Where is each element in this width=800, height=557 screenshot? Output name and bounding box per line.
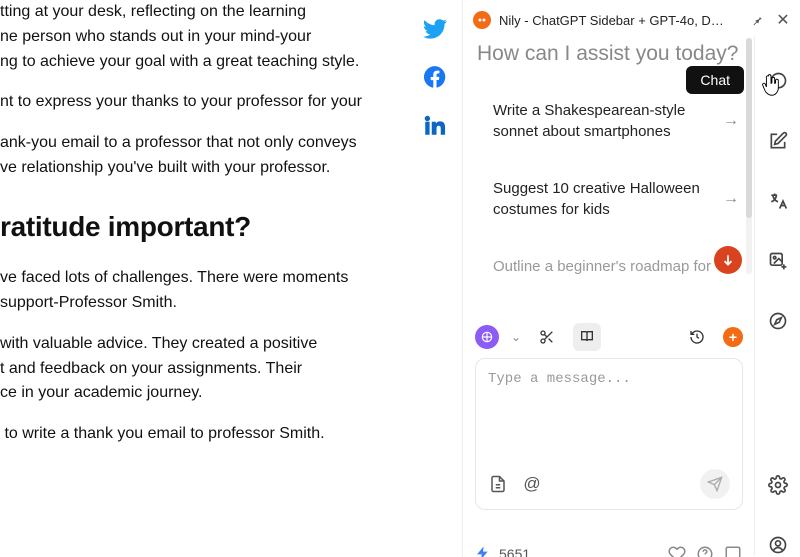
- new-chat-button[interactable]: +: [723, 327, 743, 347]
- message-input[interactable]: [488, 371, 730, 467]
- compass-icon[interactable]: [767, 310, 789, 332]
- suggestion-text: Outline a beginner's roadmap for: [493, 256, 711, 277]
- book-icon[interactable]: [573, 323, 601, 351]
- edit-icon[interactable]: [767, 130, 789, 152]
- suggestions-list: Write a Shakespearean-style sonnet about…: [463, 82, 755, 287]
- token-count: 5651: [499, 546, 530, 557]
- article-text: to write a thank you email to professor …: [0, 425, 325, 442]
- bolt-icon: [475, 545, 491, 557]
- linkedin-icon[interactable]: [420, 110, 450, 140]
- suggestion-text: Write a Shakespearean-style sonnet about…: [493, 100, 715, 142]
- article-text: tting at your desk, reflecting on the le…: [0, 3, 306, 20]
- heart-icon[interactable]: [667, 544, 687, 557]
- vertical-toolbar: [754, 36, 800, 556]
- hand-cursor-icon: [760, 74, 782, 105]
- suggestion-item[interactable]: Suggest 10 creative Halloween costumes f…: [493, 160, 745, 238]
- nily-logo-icon: [473, 11, 491, 29]
- article-text: ce in your academic journey.: [0, 384, 202, 401]
- arrow-right-icon: →: [715, 110, 739, 132]
- document-icon[interactable]: [488, 474, 508, 494]
- article-body: tting at your desk, reflecting on the le…: [0, 0, 400, 557]
- social-share-column: [420, 14, 450, 140]
- suggestion-text: Suggest 10 creative Halloween costumes f…: [493, 178, 715, 220]
- article-text: nt to express your thanks to your profes…: [0, 93, 362, 110]
- close-icon[interactable]: ✕: [774, 11, 792, 29]
- scissors-icon[interactable]: [533, 323, 561, 351]
- panel-title: Nily - ChatGPT Sidebar + GPT-4o, D…: [499, 13, 740, 28]
- panel-header: Nily - ChatGPT Sidebar + GPT-4o, D… ✕: [463, 0, 800, 36]
- facebook-icon[interactable]: [420, 62, 450, 92]
- composer-toolbar: ⌄ +: [475, 322, 743, 352]
- help-icon[interactable]: [695, 544, 715, 557]
- chevron-down-icon[interactable]: ⌄: [511, 330, 521, 344]
- comment-icon[interactable]: [723, 544, 743, 557]
- article-text: ne person who stands out in your mind-yo…: [0, 28, 311, 45]
- mention-icon[interactable]: @: [522, 474, 542, 494]
- article-text: ank-you email to a professor that not on…: [0, 134, 357, 151]
- article-heading: ratitude important?: [0, 205, 400, 248]
- article-text: with valuable advice. They created a pos…: [0, 335, 317, 352]
- article-text: support-Professor Smith.: [0, 294, 177, 311]
- article-text: ve relationship you've built with your p…: [0, 159, 330, 176]
- profile-icon[interactable]: [767, 534, 789, 556]
- article-text: t and feedback on your assignments. Thei…: [0, 360, 302, 377]
- suggestion-item[interactable]: Outline a beginner's roadmap for: [493, 238, 745, 287]
- arrow-right-icon: →: [715, 188, 739, 210]
- model-select-icon[interactable]: [475, 325, 499, 349]
- pin-icon[interactable]: [748, 11, 766, 29]
- translate-icon[interactable]: [767, 190, 789, 212]
- send-button[interactable]: [700, 469, 730, 499]
- article-text: ng to achieve your goal with a great tea…: [0, 53, 359, 70]
- gear-icon[interactable]: [767, 474, 789, 496]
- scroll-down-button[interactable]: [714, 246, 742, 274]
- article-text: ve faced lots of challenges. There were …: [0, 269, 348, 286]
- history-icon[interactable]: [683, 323, 711, 351]
- image-add-icon[interactable]: [767, 250, 789, 272]
- twitter-icon[interactable]: [420, 14, 450, 44]
- panel-footer: 5651: [475, 544, 743, 557]
- chat-tooltip: Chat: [686, 66, 744, 94]
- nily-sidebar-panel: Nily - ChatGPT Sidebar + GPT-4o, D… ✕ Ho…: [462, 0, 800, 557]
- message-composer: @: [475, 358, 743, 510]
